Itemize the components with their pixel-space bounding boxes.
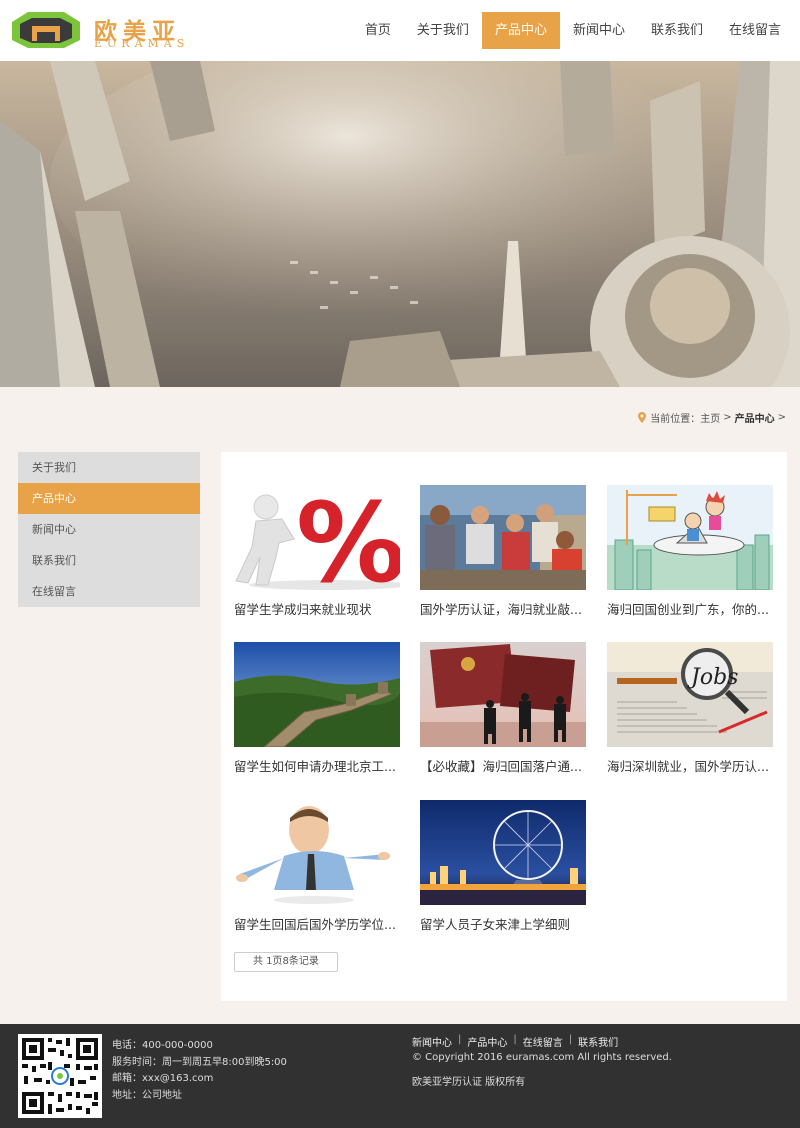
product-card[interactable]: 海归回国创业到广东，你的... — [607, 485, 773, 618]
breadcrumb-separator: > — [723, 412, 732, 423]
footer-copyright: © Copyright 2016 euramas.com All rights … — [412, 1052, 672, 1063]
footer-link-divider: | — [568, 1034, 573, 1045]
svg-text:%: % — [296, 485, 400, 590]
breadcrumb-trail: > — [777, 412, 786, 423]
logo-text-en: EURAMAS — [94, 37, 190, 50]
product-title[interactable]: 海归回国创业到广东，你的... — [607, 599, 773, 618]
site-footer: 电话：400-000-0000 服务时间：周一到周五早8:00到晚5:00 邮箱… — [0, 1024, 800, 1128]
breadcrumb-home-link[interactable]: 主页 — [700, 410, 720, 425]
footer-hours: 服务时间：周一到周五早8:00到晚5:00 — [112, 1056, 287, 1068]
product-grid-panel: % 留学生学成归来就业现状 国外学历认证，海归就业敲... 海归回国创业到广东，… — [221, 452, 787, 1001]
sidebar-item-about[interactable]: 关于我们 — [18, 452, 200, 483]
breadcrumb: 当前位置： 主页 > 产品中心 > — [638, 410, 786, 425]
footer-contact-info: 电话：400-000-0000 服务时间：周一到周五早8:00到晚5:00 邮箱… — [112, 1038, 287, 1104]
footer-phone: 电话：400-000-0000 — [112, 1040, 213, 1051]
nav-item-news[interactable]: 新闻中心 — [560, 12, 638, 49]
product-card[interactable]: % 留学生学成归来就业现状 — [234, 485, 400, 618]
site-logo[interactable]: 欧美亚 EURAMAS — [8, 10, 208, 50]
product-image-man-shrugging[interactable] — [234, 800, 400, 905]
nav-item-home[interactable]: 首页 — [352, 12, 404, 49]
footer-link-divider: | — [513, 1034, 517, 1045]
footer-link-products[interactable]: 产品中心 — [467, 1034, 507, 1049]
pagination-summary: 共 1页8条记录 — [234, 952, 338, 972]
footer-address: 地址：公司地址 — [112, 1089, 182, 1101]
product-image-great-wall[interactable] — [234, 642, 400, 747]
product-title[interactable]: 国外学历认证，海归就业敲... — [420, 599, 586, 618]
product-card[interactable]: 留学人员子女来津上学细则 — [420, 800, 586, 933]
main-nav: 首页 关于我们 产品中心 新闻中心 联系我们 在线留言 — [352, 12, 794, 49]
footer-links: 新闻中心 | 产品中心 | 在线留言 | 联系我们 — [412, 1034, 618, 1049]
footer-link-contact[interactable]: 联系我们 — [578, 1034, 618, 1049]
product-image-cartoon-plane[interactable] — [607, 485, 773, 590]
sidebar-item-contact[interactable]: 联系我们 — [18, 545, 200, 576]
product-title[interactable]: 留学生回国后国外学历学位... — [234, 914, 400, 933]
footer-link-news[interactable]: 新闻中心 — [412, 1034, 452, 1049]
product-image-jobs-magnifier[interactable]: Jobs — [607, 642, 773, 747]
breadcrumb-current[interactable]: 产品中心 — [735, 410, 775, 425]
product-card[interactable]: 留学生如何申请办理北京工... — [234, 642, 400, 775]
product-card[interactable]: Jobs 海归深圳就业，国外学历认... — [607, 642, 773, 775]
product-image-passport[interactable] — [420, 642, 586, 747]
sidebar-item-products[interactable]: 产品中心 — [18, 483, 200, 514]
sidebar-menu: 关于我们 产品中心 新闻中心 联系我们 在线留言 — [18, 452, 200, 607]
product-title[interactable]: 【必收藏】海归回国落户通... — [420, 756, 586, 775]
product-image-percent[interactable]: % — [234, 485, 400, 590]
product-card[interactable]: 【必收藏】海归回国落户通... — [420, 642, 586, 775]
product-card[interactable]: 国外学历认证，海归就业敲... — [420, 485, 586, 618]
hero-banner-image — [0, 61, 800, 387]
breadcrumb-prefix: 当前位置： — [650, 414, 701, 425]
sidebar-item-news[interactable]: 新闻中心 — [18, 514, 200, 545]
nav-item-contact[interactable]: 联系我们 — [638, 12, 716, 49]
footer-rights: 欧美亚学历认证 版权所有 — [412, 1077, 526, 1088]
footer-link-message[interactable]: 在线留言 — [523, 1034, 563, 1049]
nav-item-products[interactable]: 产品中心 — [481, 12, 560, 49]
location-pin-icon — [638, 412, 647, 423]
sidebar-item-message[interactable]: 在线留言 — [18, 576, 200, 607]
product-title[interactable]: 留学生如何申请办理北京工... — [234, 756, 400, 775]
nav-item-about[interactable]: 关于我们 — [404, 12, 482, 49]
footer-email: 邮箱：xxx@163.com — [112, 1073, 214, 1084]
product-title[interactable]: 海归深圳就业，国外学历认... — [607, 756, 773, 775]
product-title[interactable]: 留学生学成归来就业现状 — [234, 599, 400, 618]
qr-code-image — [18, 1034, 102, 1118]
nav-item-message[interactable]: 在线留言 — [716, 12, 794, 49]
product-image-ferris-wheel[interactable] — [420, 800, 586, 905]
product-image-students[interactable] — [420, 485, 586, 590]
logo-icon — [12, 12, 80, 48]
product-card[interactable]: 留学生回国后国外学历学位... — [234, 800, 400, 933]
footer-link-divider: | — [458, 1034, 462, 1045]
svg-text:Jobs: Jobs — [687, 665, 738, 690]
site-header: 欧美亚 EURAMAS 首页 关于我们 产品中心 新闻中心 联系我们 在线留言 — [0, 0, 800, 61]
product-title[interactable]: 留学人员子女来津上学细则 — [420, 914, 586, 933]
